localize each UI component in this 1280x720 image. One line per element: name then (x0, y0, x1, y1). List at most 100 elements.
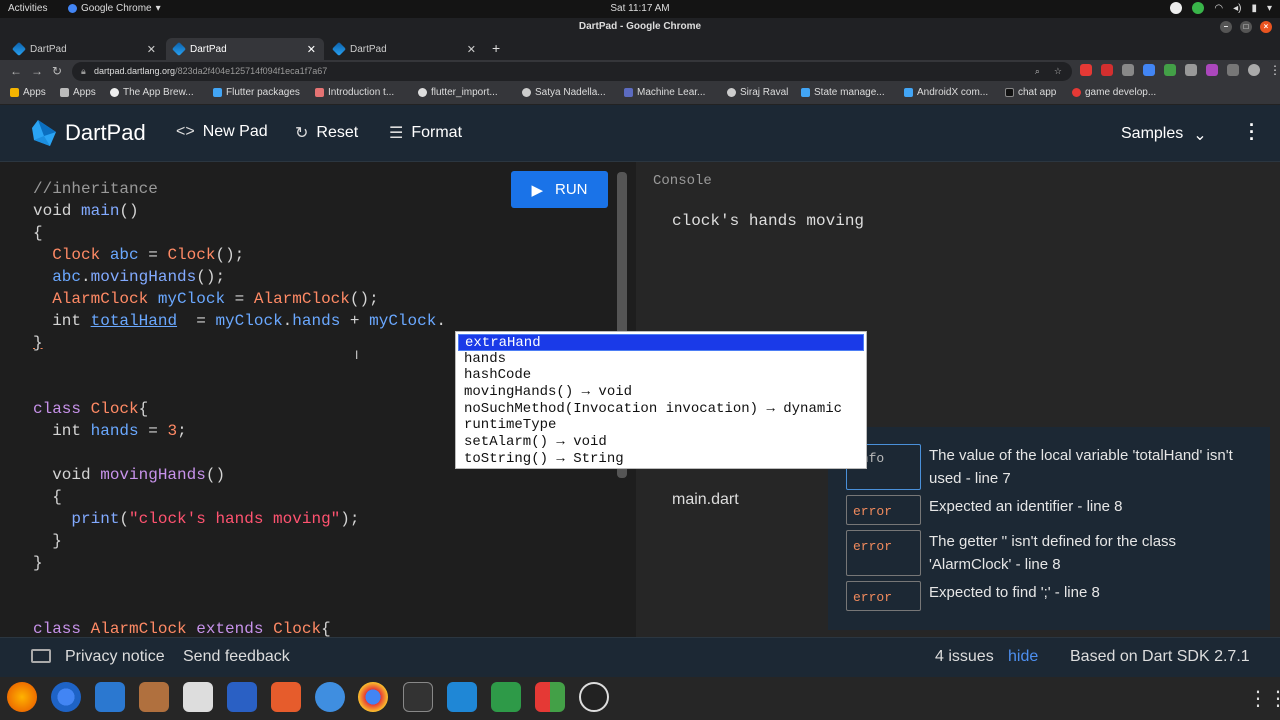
extension-icon[interactable] (1206, 64, 1218, 76)
extension-icon[interactable] (1122, 64, 1134, 76)
bookmark-label: Machine Lear... (637, 87, 706, 98)
chrome-dock-icon[interactable] (358, 682, 388, 712)
lock-icon[interactable]: 🔒︎ (81, 62, 86, 81)
maximize-button[interactable]: □ (1240, 21, 1252, 33)
bookmark-item[interactable]: Flutter packages (213, 87, 300, 98)
bookmark-item[interactable]: State manage... (801, 87, 885, 98)
firefox-icon[interactable] (7, 682, 37, 712)
power-menu-icon[interactable]: ▾ (1267, 3, 1272, 14)
code-token: void (33, 202, 72, 220)
browser-tab-2[interactable]: DartPad ✕ (166, 38, 324, 60)
bookmark-item[interactable]: Siraj Raval (727, 87, 788, 98)
extension-icon[interactable] (1143, 64, 1155, 76)
more-menu-icon[interactable]: · · · (1246, 116, 1258, 148)
vscode-icon[interactable] (447, 682, 477, 712)
system-clock[interactable]: Sat 11:17 AM (0, 3, 1280, 14)
send-feedback-link[interactable]: Send feedback (183, 648, 290, 666)
writer-icon[interactable] (227, 682, 257, 712)
obs-tray-icon[interactable] (1170, 2, 1183, 14)
issue-item[interactable]: error The getter '' isn't defined for th… (846, 530, 1259, 576)
minimize-button[interactable]: – (1220, 21, 1232, 33)
autocomplete-item[interactable]: runtimeType (458, 417, 864, 434)
autocomplete-popup[interactable]: extraHand hands hashCode movingHands() →… (455, 331, 867, 469)
bookmark-item[interactable]: AndroidX com... (904, 87, 988, 98)
autocomplete-item[interactable]: setAlarm() → void (458, 434, 864, 451)
privacy-notice-link[interactable]: Privacy notice (65, 648, 165, 666)
browser-tab-1[interactable]: DartPad ✕ (6, 38, 164, 60)
bookmark-item[interactable]: Apps (60, 87, 96, 98)
software-center-icon[interactable] (271, 682, 301, 712)
rhythmbox-icon[interactable] (183, 682, 213, 712)
reload-icon[interactable]: ↻ (52, 64, 62, 78)
app-grid-color-icon[interactable] (535, 682, 565, 712)
new-pad-button[interactable]: <> New Pad (176, 123, 268, 141)
close-tab-icon[interactable]: ✕ (307, 43, 316, 56)
format-button[interactable]: ☰ Format (389, 123, 462, 143)
bookmark-item[interactable]: Introduction t... (315, 87, 394, 98)
profile-avatar[interactable] (1248, 64, 1260, 76)
help-icon[interactable] (315, 682, 345, 712)
code-lines[interactable]: //inheritance void main() { Clock abc = … (33, 178, 446, 640)
bookmark-item[interactable]: Machine Lear... (624, 87, 705, 98)
issue-badge-error: error (846, 530, 921, 576)
issue-message: Expected an identifier - line 8 (929, 498, 1123, 515)
bookmark-star-icon[interactable]: ☆ (1054, 62, 1062, 81)
check-tray-icon[interactable] (1192, 2, 1205, 14)
battery-icon[interactable]: ▮ (1251, 3, 1257, 14)
bookmark-item[interactable]: chat app (1005, 87, 1056, 98)
extension-icon[interactable] (1227, 64, 1239, 76)
bookmark-item[interactable]: game develop... (1072, 87, 1156, 98)
hide-issues-link[interactable]: hide (1008, 648, 1038, 666)
back-arrow-icon[interactable]: ← (10, 64, 22, 78)
code-token: print (71, 510, 120, 528)
close-window-button[interactable]: × (1260, 21, 1272, 33)
files-icon[interactable] (139, 682, 169, 712)
bookmark-item[interactable]: Apps (10, 87, 46, 98)
address-bar[interactable]: 🔒︎ dartpad.dartlang.org/823da2f404e12571… (72, 62, 1072, 81)
chrome-menu-icon[interactable]: ⋮ (1269, 64, 1280, 76)
bookmark-item[interactable]: The App Brew... (110, 87, 194, 98)
autocomplete-item[interactable]: movingHands() → void (458, 384, 864, 401)
bookmark-item[interactable]: flutter_import... (418, 87, 498, 98)
extension-icon[interactable] (1164, 64, 1176, 76)
bookmark-label: game develop... (1085, 87, 1157, 98)
code-token: int (52, 422, 82, 440)
bookmark-item[interactable]: Satya Nadella... (522, 87, 606, 98)
run-button[interactable]: ▶ RUN (511, 171, 608, 208)
samples-dropdown[interactable]: Samples ⌄ (1121, 125, 1207, 145)
system-tray[interactable]: ◠ ◂) ▮ ▾ (1170, 2, 1272, 14)
autocomplete-item[interactable]: toString() → String (458, 451, 864, 468)
issue-item[interactable]: error Expected an identifier - line 8 (846, 495, 1259, 525)
code-token: "clock's hands moving" (129, 510, 341, 528)
forward-arrow-icon[interactable]: → (31, 64, 43, 78)
new-tab-button[interactable]: + (492, 40, 500, 56)
code-token: Clock (273, 620, 322, 638)
show-applications-icon[interactable]: ⋮⋮⋮ (1248, 686, 1280, 711)
terminal-icon[interactable] (403, 682, 433, 712)
obs-icon[interactable] (579, 682, 609, 712)
issue-item[interactable]: info The value of the local variable 'to… (846, 444, 1259, 490)
autocomplete-item[interactable]: hands (458, 351, 864, 368)
wifi-icon[interactable]: ◠ (1214, 3, 1223, 14)
extension-icon[interactable] (1080, 64, 1092, 76)
chromium-icon[interactable] (51, 682, 81, 712)
autocomplete-item[interactable]: noSuchMethod(Invocation invocation) → dy… (458, 401, 864, 418)
code-token: myClock (369, 312, 437, 330)
autocomplete-item[interactable]: extraHand (458, 334, 864, 351)
browser-tab-3[interactable]: DartPad ✕ (326, 38, 484, 60)
bookmark-label: Flutter packages (226, 87, 300, 98)
close-tab-icon[interactable]: ✕ (467, 43, 476, 56)
calc-icon[interactable] (491, 682, 521, 712)
zoom-icon[interactable]: ⌕ (1035, 62, 1040, 81)
reset-button[interactable]: ↻ Reset (295, 123, 358, 143)
issue-item[interactable]: error Expected to find ';' - line 8 (846, 581, 1259, 611)
volume-icon[interactable]: ◂) (1233, 3, 1241, 14)
issue-message: The value of the local variable 'totalHa… (929, 447, 1233, 487)
autocomplete-item[interactable]: hashCode (458, 367, 864, 384)
close-tab-icon[interactable]: ✕ (147, 43, 156, 56)
thunderbird-icon[interactable] (95, 682, 125, 712)
keyboard-icon[interactable] (31, 649, 51, 663)
extension-icon[interactable] (1185, 64, 1197, 76)
extension-icon[interactable] (1101, 64, 1113, 76)
